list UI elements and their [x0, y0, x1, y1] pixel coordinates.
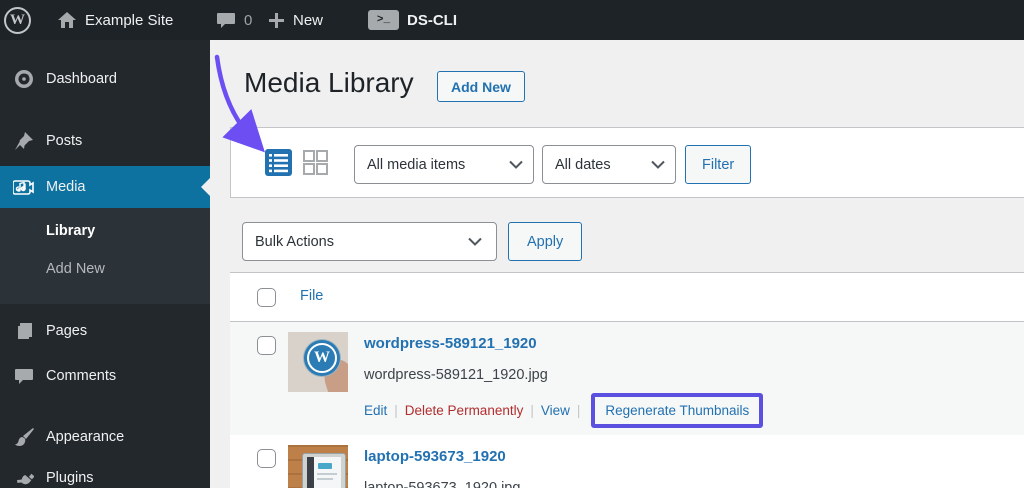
media-type-select[interactable]: All media items — [354, 145, 534, 184]
table-row: W wordpress-589121_1920 wordpress-589121… — [230, 322, 1024, 435]
sidebar-label: Dashboard — [46, 71, 117, 87]
paint-brush-icon — [13, 427, 34, 448]
list-view-icon[interactable] — [265, 149, 292, 176]
view-link[interactable]: View — [541, 403, 570, 418]
wordpress-admin-screen: W Example Site 0 New >_ DS-CLI Dashboard — [0, 0, 1024, 488]
media-title-link[interactable]: laptop-593673_1920 — [364, 448, 506, 465]
regenerate-thumbnails-link[interactable]: Regenerate Thumbnails — [605, 403, 749, 418]
sidebar-item-posts[interactable]: Posts — [0, 124, 210, 158]
sidebar-label: Media — [46, 179, 86, 195]
row-checkbox[interactable] — [257, 449, 276, 468]
add-new-button[interactable]: Add New — [437, 71, 525, 102]
media-title-link[interactable]: wordpress-589121_1920 — [364, 335, 537, 352]
submenu-item-library[interactable]: Library — [46, 223, 95, 239]
laptop-shape — [302, 453, 346, 488]
terminal-icon: >_ — [368, 10, 399, 30]
media-thumbnail-wordpress[interactable]: W — [288, 332, 348, 392]
new-content-menu[interactable]: New — [268, 0, 323, 40]
wordpress-logo-icon: W — [4, 6, 31, 34]
delete-permanently-link[interactable]: Delete Permanently — [405, 403, 524, 418]
date-filter-select[interactable]: All dates — [542, 145, 676, 184]
row-actions: Edit | Delete Permanently | View | Regen… — [364, 388, 764, 432]
media-type-value: All media items — [367, 156, 466, 173]
apply-button[interactable]: Apply — [508, 222, 583, 261]
media-thumbnail-laptop[interactable] — [288, 445, 348, 488]
regenerate-thumbnails-highlight-box: Regenerate Thumbnails — [591, 392, 764, 428]
home-icon — [58, 12, 76, 28]
select-all-checkbox[interactable] — [257, 288, 276, 307]
site-name-label: Example Site — [85, 11, 174, 29]
wordpress-logo-menu[interactable]: W — [4, 0, 31, 40]
sidebar-item-dashboard[interactable]: Dashboard — [0, 62, 210, 96]
dashboard-icon — [13, 69, 34, 90]
sidebar-item-comments[interactable]: Comments — [0, 359, 210, 393]
comment-bubble-icon — [217, 13, 235, 28]
chevron-down-icon — [468, 237, 482, 246]
sidebar-item-media[interactable]: Media — [0, 166, 210, 208]
pages-icon — [13, 321, 34, 342]
plug-icon — [13, 468, 34, 488]
media-filename: wordpress-589121_1920.jpg — [364, 367, 548, 383]
filter-button[interactable]: Filter — [685, 145, 752, 184]
new-label: New — [293, 11, 324, 29]
sidebar-item-plugins[interactable]: Plugins — [0, 461, 210, 488]
sidebar-item-appearance[interactable]: Appearance — [0, 420, 210, 454]
media-icon — [13, 177, 34, 198]
ds-cli-menu[interactable]: >_ DS-CLI — [368, 0, 457, 40]
site-name-link[interactable]: Example Site — [57, 0, 173, 40]
comment-count: 0 — [244, 11, 253, 29]
action-separator: | — [530, 402, 534, 418]
bulk-actions-select[interactable]: Bulk Actions — [242, 222, 497, 261]
action-separator: | — [576, 402, 581, 418]
chevron-down-icon — [651, 160, 665, 169]
media-submenu: Library Add New — [0, 208, 210, 304]
plus-icon — [269, 12, 284, 28]
chevron-down-icon — [509, 160, 523, 169]
page-title: Media Library — [244, 67, 414, 98]
speech-bubble-icon — [13, 366, 34, 387]
sidebar-label: Posts — [46, 133, 83, 149]
sidebar-label: Pages — [46, 323, 88, 339]
bulk-actions-value: Bulk Actions — [255, 233, 334, 250]
row-checkbox[interactable] — [257, 336, 276, 355]
admin-bar: W Example Site 0 New >_ DS-CLI — [0, 0, 1024, 40]
ds-cli-label: DS-CLI — [407, 11, 457, 29]
table-header-row: File — [230, 273, 1024, 322]
comments-menu[interactable]: 0 — [216, 0, 252, 40]
column-header-file[interactable]: File — [300, 288, 323, 304]
pushpin-icon — [13, 131, 34, 152]
grid-view-icon[interactable] — [302, 149, 329, 176]
admin-sidebar: Dashboard Posts Media Library Add New Pa… — [0, 40, 210, 488]
sidebar-item-pages[interactable]: Pages — [0, 314, 210, 348]
date-filter-value: All dates — [555, 156, 611, 173]
submenu-item-add-new[interactable]: Add New — [46, 261, 105, 277]
edit-link[interactable]: Edit — [364, 403, 387, 418]
media-filename: laptop-593673_1920.jpg — [364, 480, 521, 488]
media-filter-bar: All media items All dates Filter — [230, 127, 1024, 198]
sidebar-label: Plugins — [46, 470, 94, 486]
wordpress-logo-badge: W — [304, 340, 340, 376]
action-separator: | — [394, 402, 398, 418]
sidebar-label: Comments — [46, 368, 117, 384]
sidebar-label: Appearance — [46, 429, 125, 445]
table-row: laptop-593673_1920 laptop-593673_1920.jp… — [230, 435, 1024, 488]
media-list-table: File W wordpress-589121_1920 wordpress-5… — [230, 272, 1024, 488]
